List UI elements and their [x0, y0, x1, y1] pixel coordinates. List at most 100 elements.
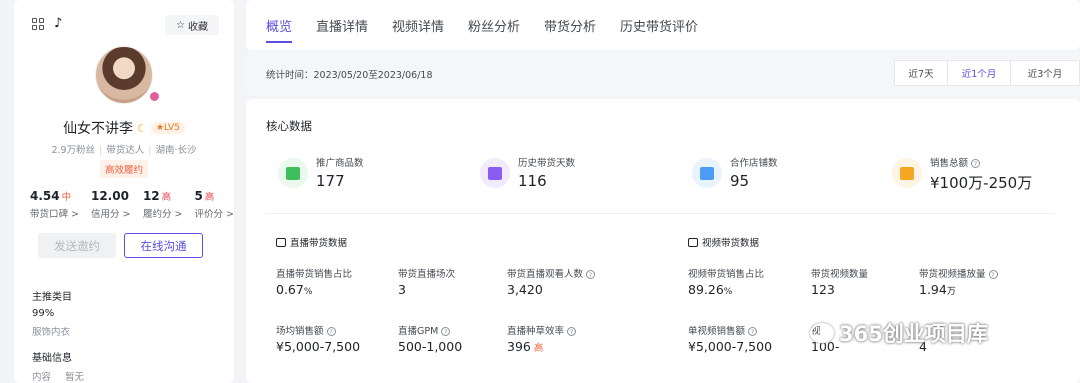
- creator-name: 仙女不讲李: [63, 121, 134, 137]
- wechat-icon: [810, 323, 834, 343]
- help-icon: ?: [988, 270, 998, 279]
- send-invite-button[interactable]: 发送邀约: [38, 233, 116, 258]
- score-grade: 高: [161, 192, 172, 203]
- live-metric-label: 直播GPM?: [398, 323, 451, 337]
- favorite-label: 收藏: [187, 21, 208, 33]
- followers-count: 2.9万粉丝: [51, 145, 96, 156]
- score-item[interactable]: 12.00 信用分 >: [91, 189, 131, 220]
- core-metric-label: 销售总额?: [930, 155, 981, 169]
- tab-2[interactable]: 视频详情: [392, 16, 444, 35]
- video-metric-label: 单视频销售额?: [688, 323, 758, 337]
- tab-0[interactable]: 概览: [266, 16, 292, 35]
- fulfillment-tag: 高效履约: [99, 160, 148, 178]
- creator-location: 湖南·长沙: [155, 145, 197, 156]
- live-metric-label: 带货直播观看人数?: [507, 266, 596, 280]
- help-icon: ?: [586, 270, 596, 279]
- video-metric-value: ¥5,000-7,500: [688, 339, 773, 354]
- score-value: 5高: [194, 189, 215, 203]
- score-item[interactable]: 12 高履约分 >: [143, 189, 182, 220]
- score-label: 评价分 >: [194, 209, 234, 220]
- live-metric-value: 500-1,000: [398, 339, 463, 354]
- help-icon: ?: [567, 327, 577, 336]
- tab-1[interactable]: 直播详情: [316, 16, 368, 35]
- core-metric-label: 合作店铺数: [730, 158, 778, 169]
- creator-meta: 2.9万粉丝 | 带货达人 | 湖南·长沙: [51, 145, 197, 156]
- top-icons: ♪: [32, 16, 62, 31]
- period-option-2[interactable]: 近3个月: [1010, 60, 1080, 86]
- period-option-1[interactable]: 近1个月: [947, 60, 1011, 86]
- grid-icon[interactable]: [32, 17, 44, 30]
- score-value: 12 高: [142, 189, 172, 203]
- shop-icon: [692, 158, 722, 188]
- product-icon: [278, 158, 308, 188]
- moon-icon: ☾: [137, 121, 147, 135]
- score-row: 4.54 中带货口碑 > 12.00 信用分 > 12 高履约分 > 5 高评价分 >: [30, 189, 234, 220]
- live-section-title: 直播带货数据: [276, 235, 347, 249]
- core-metric-label: 历史带货天数: [518, 158, 576, 169]
- period-option-0[interactable]: 近7天: [894, 60, 948, 86]
- live-metric-label: 带货直播场次: [398, 269, 456, 280]
- money-icon: [892, 158, 922, 188]
- live-metric-label: 直播种草效率?: [507, 323, 577, 337]
- video-camera-icon: [688, 237, 698, 247]
- video-section-title: 视频带货数据: [688, 235, 759, 249]
- video-metric-label: 带货视频播放量?: [919, 266, 998, 280]
- score-item[interactable]: 5 高评价分 >: [194, 189, 233, 220]
- stat-bar: 统计时间：2023/05/20至2023/06/18 近7天 近1个月 近3个月: [246, 52, 1080, 96]
- video-metric-label: 视频带货销售占比: [688, 269, 765, 280]
- avatar[interactable]: [95, 46, 153, 104]
- core-metric-value: ¥100万-250万: [930, 174, 1033, 192]
- score-item[interactable]: 4.54 中带货口碑 >: [30, 189, 79, 220]
- video-metric-value: 1.94万: [919, 282, 956, 297]
- core-metric-value: 177: [316, 172, 345, 190]
- main-category-percent: 99%: [32, 308, 55, 319]
- core-metric-label: 推广商品数: [316, 158, 364, 169]
- live-metric-value: 3: [398, 282, 406, 297]
- help-icon: ?: [971, 159, 981, 168]
- divider: [266, 213, 1054, 214]
- score-label: 信用分 >: [90, 209, 131, 220]
- tab-bar: 概览 直播详情 视频详情 粉丝分析 带货分析 历史带货评价: [246, 0, 1080, 50]
- creator-role: 带货达人: [106, 145, 145, 156]
- name-row: 仙女不讲李 ☾ ★LV5: [14, 118, 234, 138]
- help-icon: ?: [326, 327, 336, 336]
- core-data-title: 核心数据: [266, 119, 312, 133]
- level-badge: ★LV5: [150, 122, 185, 134]
- basic-info-row: 内容 暂无: [32, 372, 85, 383]
- online-chat-button[interactable]: 在线沟通: [124, 233, 203, 258]
- profile-card: ♪ ☆ 收藏 仙女不讲李 ☾ ★LV5 2.9万粉丝 | 带货达人 | 湖南·长沙 高效…: [14, 0, 234, 383]
- core-metric-value: 116: [518, 172, 547, 190]
- favorite-button[interactable]: ☆ 收藏: [165, 15, 219, 35]
- live-metric-value: 0.67%: [276, 282, 313, 297]
- video-metric-label: 带货视频数量: [811, 269, 869, 280]
- watermark: 365创业项目库: [810, 318, 988, 348]
- tab-4[interactable]: 带货分析: [544, 16, 596, 35]
- live-play-icon: [276, 237, 286, 247]
- live-metric-label: 场均销售额?: [276, 323, 336, 337]
- live-metric-value: 396 高: [507, 339, 544, 354]
- score-label: 履约分 >: [142, 209, 183, 220]
- basic-info-title: 基础信息: [32, 353, 72, 364]
- star-icon: ☆: [176, 19, 185, 31]
- stat-time: 统计时间：2023/05/20至2023/06/18: [266, 70, 433, 81]
- video-metric-value: 123: [811, 282, 835, 297]
- help-icon: ?: [748, 327, 758, 336]
- calendar-icon: [480, 158, 510, 188]
- tab-5[interactable]: 历史带货评价: [620, 16, 698, 35]
- main-category-name: 服饰内衣: [32, 327, 71, 338]
- main-category-title: 主推类目: [32, 292, 72, 303]
- avatar-badge-icon: [148, 90, 161, 103]
- video-metric-value: 89.26%: [688, 282, 733, 297]
- score-value: 12.00: [90, 189, 129, 203]
- score-grade: 高: [204, 192, 215, 203]
- live-metric-label: 直播带货销售占比: [276, 269, 353, 280]
- score-grade: 中: [61, 192, 72, 203]
- tab-underline: [266, 41, 292, 43]
- core-metric-value: 95: [730, 172, 750, 190]
- tab-3[interactable]: 粉丝分析: [468, 16, 520, 35]
- score-value: 4.54 中: [30, 189, 72, 203]
- help-icon: ?: [441, 327, 451, 336]
- live-metric-value: ¥5,000-7,500: [276, 339, 361, 354]
- score-label: 带货口碑 >: [30, 209, 79, 220]
- tiktok-icon[interactable]: ♪: [54, 16, 62, 31]
